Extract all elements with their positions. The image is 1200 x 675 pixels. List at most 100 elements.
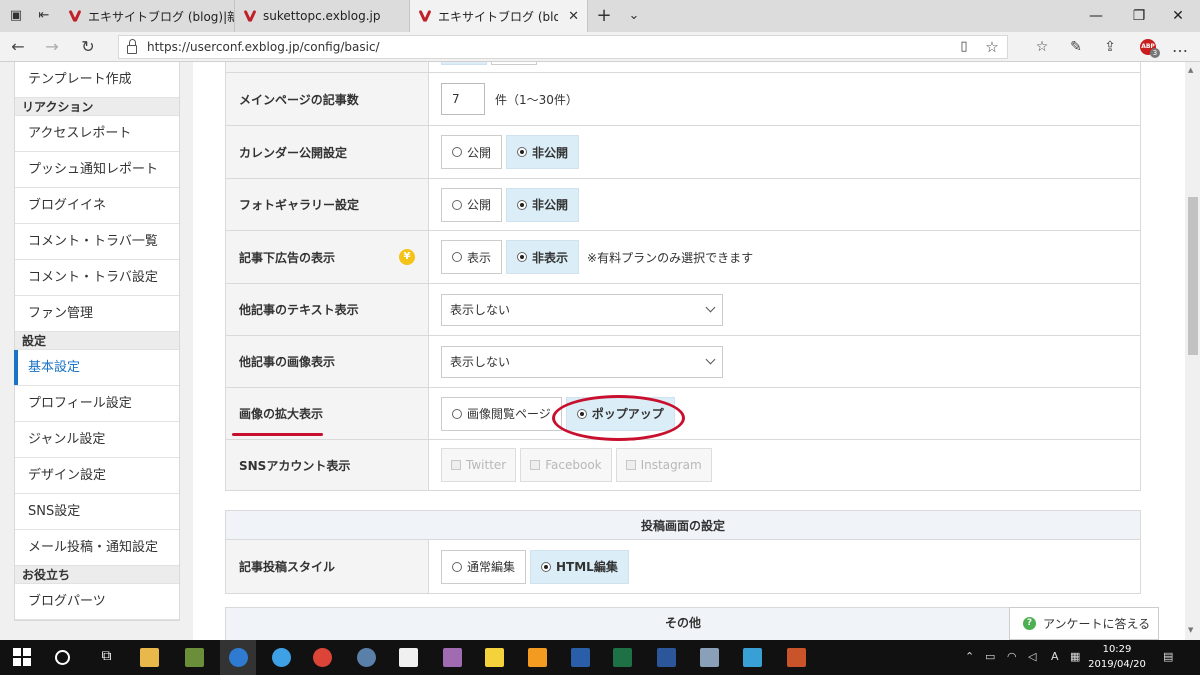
gallery-public-radio[interactable]: 公開	[441, 187, 503, 222]
sidebar-item[interactable]: テンプレート作成	[15, 62, 179, 98]
wifi-icon[interactable]: ◠	[1007, 650, 1017, 663]
instagram-checkbox[interactable]: Instagram	[615, 448, 712, 482]
battery-icon[interactable]: ▭	[985, 650, 995, 663]
sidebar-item[interactable]: ファン管理	[15, 296, 179, 332]
tab-new-post[interactable]: エキサイトブログ (blog)|新規投	[60, 0, 235, 32]
app-icon-orange[interactable]	[528, 648, 547, 667]
restore-icon[interactable]: ❐	[1117, 0, 1161, 32]
favorites-hub-icon[interactable]: ☆	[1030, 36, 1054, 58]
article-count-input[interactable]: 7	[441, 83, 485, 115]
close-tab-icon[interactable]: ✕	[568, 9, 579, 24]
post-settings-table: 記事投稿スタイル 通常編集 HTML編集	[225, 540, 1141, 594]
sidebar-item[interactable]: ブログイイネ	[15, 188, 179, 224]
post-settings-header: 投稿画面の設定	[225, 510, 1141, 540]
ime-mode-icon[interactable]: A	[1051, 650, 1059, 663]
tab-preview-icon[interactable]: ▣	[6, 6, 26, 26]
sidebar-item[interactable]: SNS設定	[15, 494, 179, 530]
settings-row-other-image: 他記事の画像表示 表示しない	[226, 335, 1140, 387]
calendar-public-radio[interactable]: 公開	[441, 135, 503, 169]
file-explorer-icon[interactable]	[140, 648, 159, 667]
sidebar-item[interactable]: メール投稿・通知設定	[15, 530, 179, 566]
taskbar-clock[interactable]: 10:29 2019/04/20	[1087, 642, 1147, 672]
browser-app-icon[interactable]	[357, 648, 376, 667]
chrome-icon[interactable]	[313, 648, 332, 667]
tab-title: sukettopc.exblog.jp	[263, 9, 381, 23]
more-options-icon[interactable]: …	[1168, 36, 1192, 58]
scrollbar-thumb[interactable]	[1188, 197, 1198, 355]
row-label: SNSアカウント表示	[226, 440, 429, 490]
sidebar-item[interactable]: コメント・トラバ設定	[15, 260, 179, 296]
app-icon[interactable]	[185, 648, 204, 667]
sidebar-item[interactable]: プロフィール設定	[15, 386, 179, 422]
sidebar-item[interactable]: デザイン設定	[15, 458, 179, 494]
gallery-private-radio[interactable]: 非公開	[506, 187, 580, 222]
sidebar-section-heading: 設定	[15, 332, 179, 350]
tray-chevron-up-icon[interactable]: ⌃	[965, 650, 974, 663]
word-icon[interactable]	[657, 648, 676, 667]
sidebar-item[interactable]: コメント・トラバ一覧	[15, 224, 179, 260]
other-text-select[interactable]: 表示しない	[441, 293, 723, 326]
sidebar-item[interactable]: アクセスレポート	[15, 116, 179, 152]
twitter-checkbox[interactable]: Twitter	[441, 448, 517, 482]
ad-hide-radio[interactable]: 非表示	[506, 240, 580, 274]
cortana-search-icon[interactable]	[55, 650, 70, 665]
close-window-icon[interactable]: ✕	[1156, 0, 1200, 32]
minimize-icon[interactable]: —	[1074, 0, 1118, 32]
refresh-icon[interactable]: ↻	[76, 36, 100, 58]
partial-radio[interactable]	[491, 62, 537, 65]
notification-center-icon[interactable]: ▤	[1163, 650, 1173, 663]
row-label: 画像の拡大表示	[226, 388, 429, 439]
radio-label: 公開	[467, 145, 492, 160]
edge-icon[interactable]	[229, 648, 248, 667]
exblog-favicon-icon	[68, 9, 82, 23]
chevron-down-icon[interactable]: ⌄	[624, 6, 644, 26]
excel-icon[interactable]	[613, 648, 632, 667]
store-icon[interactable]	[399, 648, 418, 667]
settings-row-partial	[226, 62, 1140, 72]
remote-desktop-icon[interactable]	[743, 648, 762, 667]
set-aside-tabs-icon[interactable]: ⇤	[34, 6, 54, 26]
sidebar-item[interactable]: ブログパーツ	[15, 584, 179, 620]
other-image-select[interactable]: 表示しない	[441, 345, 723, 378]
tab-basic-settings[interactable]: エキサイトブログ (blog)|基本 ✕	[410, 0, 588, 32]
ad-show-radio[interactable]: 表示	[441, 240, 503, 274]
favorite-star-icon[interactable]: ☆	[980, 36, 1004, 58]
share-icon[interactable]: ⇪	[1098, 36, 1122, 58]
html-edit-radio[interactable]: HTML編集	[530, 549, 629, 584]
forward-arrow-icon[interactable]: →	[40, 36, 64, 58]
address-bar[interactable]: https://userconf.exblog.jp/config/basic/	[118, 35, 1008, 59]
scroll-up-icon[interactable]: ▲	[1188, 66, 1193, 74]
row-label: 記事投稿スタイル	[226, 540, 429, 593]
toolbox-icon[interactable]	[787, 648, 806, 667]
survey-button[interactable]: ? アンケートに答える	[1009, 607, 1159, 640]
keyboard-icon[interactable]: ▦	[1070, 650, 1080, 663]
vertical-scrollbar[interactable]: ▲ ▼	[1185, 62, 1200, 640]
volume-icon[interactable]: ◁	[1028, 650, 1036, 663]
calendar-private-radio[interactable]: 非公開	[506, 135, 580, 169]
facebook-checkbox[interactable]: Facebook	[520, 448, 612, 482]
back-arrow-icon[interactable]: ←	[6, 36, 30, 58]
new-tab-icon[interactable]: +	[594, 6, 614, 26]
chevron-down-icon	[705, 354, 716, 365]
windows-start-icon[interactable]	[13, 648, 32, 667]
sidebar-item[interactable]: ジャンル設定	[15, 422, 179, 458]
normal-edit-radio[interactable]: 通常編集	[441, 549, 527, 584]
sidebar-item[interactable]: プッシュ通知レポート	[15, 152, 179, 188]
pen-notes-icon[interactable]: ✎	[1064, 36, 1088, 58]
task-view-icon[interactable]: ⧉	[97, 648, 116, 667]
annotation-underline	[232, 433, 323, 436]
tab-sukettopc[interactable]: sukettopc.exblog.jp	[235, 0, 410, 32]
scroll-down-icon[interactable]: ▼	[1188, 626, 1193, 634]
zoom-page-radio[interactable]: 画像閲覧ページ	[441, 396, 562, 431]
paint-app-icon[interactable]	[443, 648, 462, 667]
paint-palette-icon[interactable]	[700, 648, 719, 667]
internet-explorer-icon[interactable]	[272, 648, 291, 667]
partial-radio-selected[interactable]	[441, 62, 487, 65]
sidebar-item[interactable]: 基本設定	[14, 350, 179, 386]
sticky-notes-icon[interactable]	[485, 648, 504, 667]
app-icon-blue[interactable]	[571, 648, 590, 667]
windows-taskbar: ⧉ ⌃ ▭ ◠ ◁ A ▦ 10:29 2019/04/20 ▤	[0, 640, 1200, 675]
reading-view-icon[interactable]: ▯	[952, 36, 976, 58]
other-settings-header: その他	[225, 607, 1141, 640]
radio-label: 通常編集	[467, 560, 516, 574]
